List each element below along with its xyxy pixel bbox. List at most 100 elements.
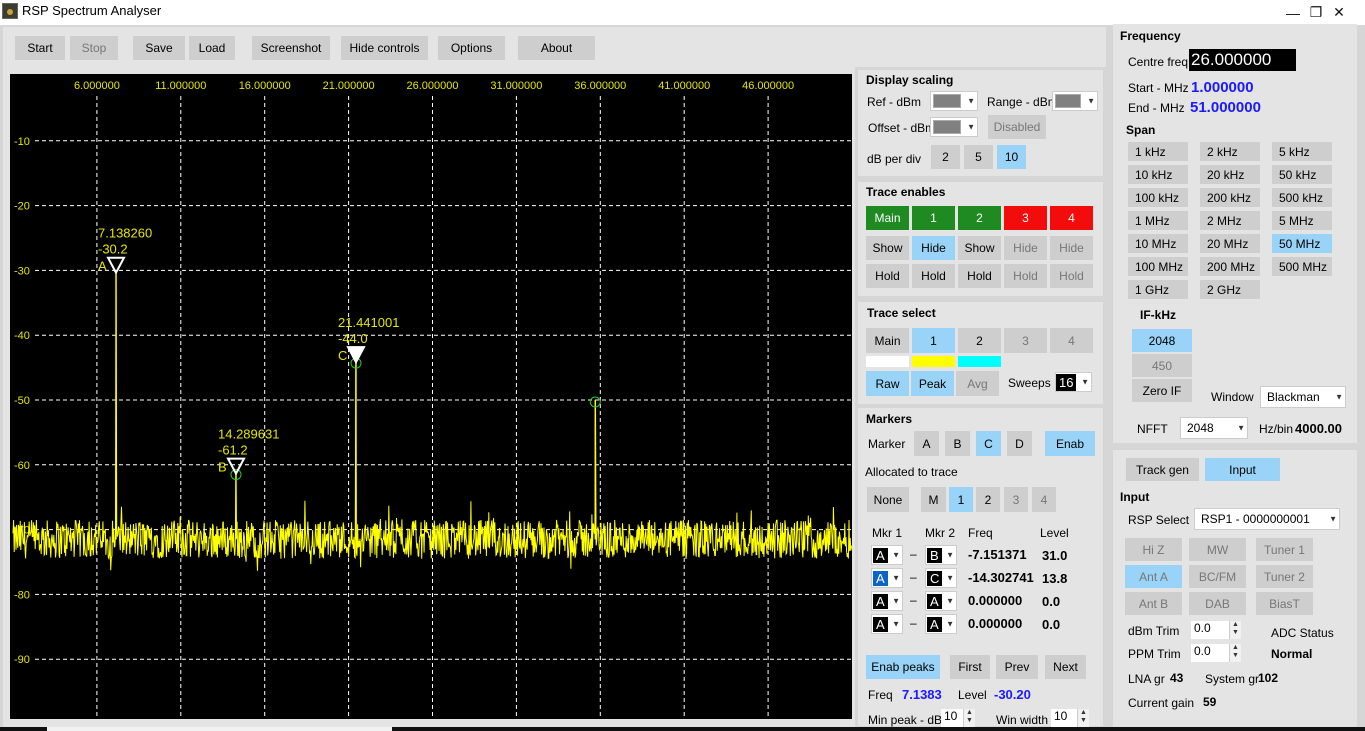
mkr2-dropdown[interactable]: C ▼ bbox=[925, 568, 957, 588]
trace-show-3-button[interactable]: Hide bbox=[1004, 236, 1047, 260]
db-per-div-2-button[interactable]: 2 bbox=[931, 145, 960, 169]
span-1-mhz-button[interactable]: 1 MHz bbox=[1128, 211, 1188, 230]
allocate-none-button[interactable]: None bbox=[867, 487, 909, 512]
dbm-trim-spinner[interactable]: 0.0 ▲ ▼ bbox=[1191, 621, 1241, 639]
hide-controls-button[interactable]: Hide controls bbox=[341, 36, 428, 60]
db-per-div-10-button[interactable]: 10 bbox=[997, 145, 1026, 169]
rsp-select-dropdown[interactable]: RSP1 - 0000000001 ▼ bbox=[1194, 508, 1340, 530]
load-button[interactable]: Load bbox=[189, 36, 235, 60]
screenshot-button[interactable]: Screenshot bbox=[252, 36, 330, 60]
trace-select-2-button[interactable]: 2 bbox=[958, 328, 1001, 353]
stop-button[interactable]: Stop bbox=[70, 36, 118, 60]
tab-track-gen[interactable]: Track gen bbox=[1126, 458, 1199, 481]
allocate-4-button[interactable]: 4 bbox=[1032, 487, 1056, 512]
first-button[interactable]: First bbox=[950, 655, 990, 679]
allocate-3-button[interactable]: 3 bbox=[1004, 487, 1028, 512]
span-200-khz-button[interactable]: 200 kHz bbox=[1200, 188, 1260, 207]
trace-hold-2-button[interactable]: Hold bbox=[958, 264, 1001, 288]
ref-dropdown[interactable]: ▼ bbox=[930, 91, 978, 111]
options-button[interactable]: Options bbox=[438, 36, 505, 60]
port-biast-button[interactable]: BiasT bbox=[1256, 592, 1313, 615]
mkr2-dropdown[interactable]: B ▼ bbox=[925, 545, 957, 565]
trace-hold-4-button[interactable]: Hold bbox=[1050, 264, 1093, 288]
marker-enable-button[interactable]: Enab bbox=[1045, 431, 1095, 456]
if-2048-button[interactable]: 2048 bbox=[1132, 329, 1192, 352]
trace-show-2-button[interactable]: Show bbox=[958, 236, 1001, 260]
span-100-khz-button[interactable]: 100 kHz bbox=[1128, 188, 1188, 207]
trace-hold-main-button[interactable]: Hold bbox=[866, 264, 909, 288]
db-per-div-5-button[interactable]: 5 bbox=[964, 145, 993, 169]
trace-show-main-button[interactable]: Show bbox=[866, 236, 909, 260]
allocate-2-button[interactable]: 2 bbox=[976, 487, 1000, 512]
trace-select-main-button[interactable]: Main bbox=[866, 328, 909, 353]
port-ant-a-button[interactable]: Ant A bbox=[1125, 565, 1182, 588]
marker-d-button[interactable]: D bbox=[1007, 431, 1032, 456]
span-5-khz-button[interactable]: 5 kHz bbox=[1272, 142, 1332, 161]
trace-enable-4-button[interactable]: 4 bbox=[1050, 206, 1093, 230]
mkr2-dropdown[interactable]: A ▼ bbox=[925, 591, 957, 611]
span-500-khz-button[interactable]: 500 kHz bbox=[1272, 188, 1332, 207]
span-20-mhz-button[interactable]: 20 MHz bbox=[1200, 234, 1260, 253]
trace-select-4-button[interactable]: 4 bbox=[1050, 328, 1093, 353]
spin-arrows-icon[interactable]: ▲ ▼ bbox=[1229, 644, 1241, 662]
span-1-khz-button[interactable]: 1 kHz bbox=[1128, 142, 1188, 161]
maximize-button[interactable]: ❐ bbox=[1293, 0, 1339, 25]
port-tuner-1-button[interactable]: Tuner 1 bbox=[1256, 538, 1313, 561]
trace-hold-3-button[interactable]: Hold bbox=[1004, 264, 1047, 288]
if-450-button[interactable]: 450 bbox=[1132, 354, 1192, 377]
spin-arrows-icon[interactable]: ▲ ▼ bbox=[963, 709, 975, 727]
offset-dropdown[interactable]: ▼ bbox=[930, 117, 978, 137]
if-zero-if-button[interactable]: Zero IF bbox=[1132, 379, 1192, 402]
save-button[interactable]: Save bbox=[133, 36, 185, 60]
span-10-mhz-button[interactable]: 10 MHz bbox=[1128, 234, 1188, 253]
span-2-ghz-button[interactable]: 2 GHz bbox=[1200, 280, 1260, 299]
enab-peaks-button[interactable]: Enab peaks bbox=[866, 655, 940, 679]
span-100-mhz-button[interactable]: 100 MHz bbox=[1128, 257, 1188, 276]
mkr1-dropdown[interactable]: A ▼ bbox=[871, 591, 903, 611]
window-dropdown[interactable]: Blackman ▼ bbox=[1260, 386, 1346, 408]
span-200-mhz-button[interactable]: 200 MHz bbox=[1200, 257, 1260, 276]
marker-c-button[interactable]: C bbox=[976, 431, 1001, 456]
span-50-khz-button[interactable]: 50 kHz bbox=[1272, 165, 1332, 184]
sweeps-dropdown[interactable]: 16 ▼ bbox=[1055, 372, 1092, 392]
trace-enable-main-button[interactable]: Main bbox=[866, 206, 909, 230]
marker-a-button[interactable]: A bbox=[914, 431, 939, 456]
prev-button[interactable]: Prev bbox=[996, 655, 1038, 679]
trace-enable-3-button[interactable]: 3 bbox=[1004, 206, 1047, 230]
trace-enable-2-button[interactable]: 2 bbox=[958, 206, 1001, 230]
mode-raw-button[interactable]: Raw bbox=[866, 371, 909, 396]
about-button[interactable]: About bbox=[518, 36, 595, 60]
span-20-khz-button[interactable]: 20 kHz bbox=[1200, 165, 1260, 184]
mkr1-dropdown[interactable]: A ▼ bbox=[871, 614, 903, 634]
tab-input[interactable]: Input bbox=[1205, 458, 1280, 481]
span-50-mhz-button[interactable]: 50 MHz bbox=[1272, 234, 1332, 253]
mode-peak-button[interactable]: Peak bbox=[911, 371, 954, 396]
mkr1-dropdown[interactable]: A ▼ bbox=[871, 545, 903, 565]
span-1-ghz-button[interactable]: 1 GHz bbox=[1128, 280, 1188, 299]
span-10-khz-button[interactable]: 10 kHz bbox=[1128, 165, 1188, 184]
spin-arrows-icon[interactable]: ▲ ▼ bbox=[1077, 709, 1089, 727]
ppm-trim-spinner[interactable]: 0.0 ▲ ▼ bbox=[1191, 644, 1241, 662]
allocate-m-button[interactable]: M bbox=[921, 487, 946, 512]
port-bc-fm-button[interactable]: BC/FM bbox=[1189, 565, 1246, 588]
start-button[interactable]: Start bbox=[15, 36, 65, 60]
win-width-spinner[interactable]: 10 ▲ ▼ bbox=[1051, 709, 1089, 727]
spin-arrows-icon[interactable]: ▲ ▼ bbox=[1229, 621, 1241, 639]
centre-freq-input[interactable]: 26.000000 bbox=[1189, 49, 1296, 71]
marker-b-button[interactable]: B bbox=[945, 431, 970, 456]
port-ant-b-button[interactable]: Ant B bbox=[1125, 592, 1182, 615]
next-button[interactable]: Next bbox=[1045, 655, 1086, 679]
port-dab-button[interactable]: DAB bbox=[1189, 592, 1246, 615]
trace-hold-1-button[interactable]: Hold bbox=[912, 264, 955, 288]
span-2-khz-button[interactable]: 2 kHz bbox=[1200, 142, 1260, 161]
min-peak-spinner[interactable]: 10 ▲ ▼ bbox=[941, 709, 975, 727]
span-2-mhz-button[interactable]: 2 MHz bbox=[1200, 211, 1260, 230]
trace-select-1-button[interactable]: 1 bbox=[912, 328, 955, 353]
allocate-1-button[interactable]: 1 bbox=[949, 487, 973, 512]
trace-show-1-button[interactable]: Hide bbox=[912, 236, 955, 260]
span-500-mhz-button[interactable]: 500 MHz bbox=[1272, 257, 1332, 276]
port-mw-button[interactable]: MW bbox=[1189, 538, 1246, 561]
trace-show-4-button[interactable]: Hide bbox=[1050, 236, 1093, 260]
mkr2-dropdown[interactable]: A ▼ bbox=[925, 614, 957, 634]
nfft-dropdown[interactable]: 2048 ▼ bbox=[1180, 417, 1248, 439]
